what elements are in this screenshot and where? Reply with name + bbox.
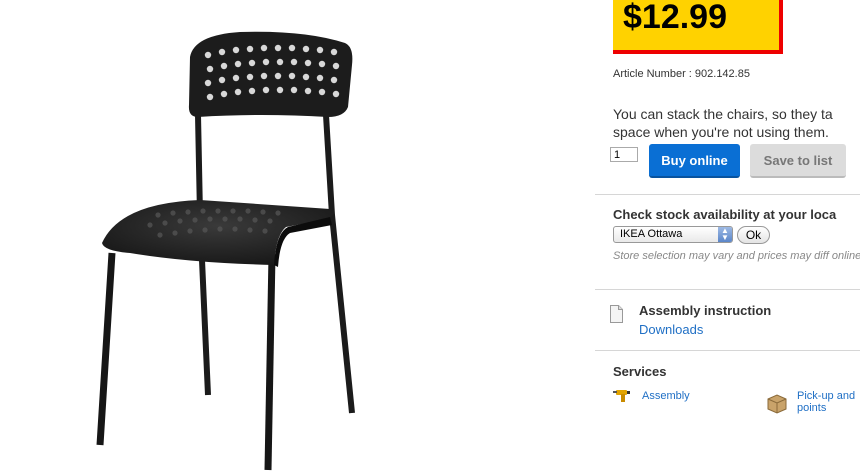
stock-heading: Check stock availability at your loca bbox=[613, 207, 837, 222]
drill-icon bbox=[613, 390, 630, 402]
service-pickup-link[interactable]: Pick-up and points bbox=[797, 390, 855, 414]
ok-button[interactable]: Ok bbox=[737, 226, 770, 244]
description-line-2: space when you're not using them. bbox=[613, 124, 829, 140]
services-heading: Services bbox=[613, 364, 667, 379]
price-tag: $12.99 bbox=[613, 0, 783, 54]
assembly-heading: Assembly instruction bbox=[639, 303, 772, 318]
pickup-line-2: points bbox=[797, 402, 827, 414]
quantity-input[interactable] bbox=[610, 147, 638, 162]
product-info-panel: $12.99 Article Number : 902.142.85 You c… bbox=[595, 0, 860, 475]
divider bbox=[595, 350, 860, 351]
box-icon bbox=[767, 394, 787, 414]
store-note: Store selection may vary and prices may … bbox=[613, 250, 860, 262]
product-price: $12.99 bbox=[623, 0, 727, 36]
downloads-link[interactable]: Downloads bbox=[639, 322, 703, 337]
service-assembly-link[interactable]: Assembly bbox=[642, 390, 690, 402]
article-number: Article Number : 902.142.85 bbox=[613, 68, 750, 80]
divider bbox=[595, 194, 860, 195]
divider bbox=[595, 289, 860, 290]
save-to-list-button[interactable]: Save to list bbox=[750, 144, 846, 178]
product-image-chair bbox=[96, 31, 355, 471]
description-line-1: You can stack the chairs, so they ta bbox=[613, 106, 833, 122]
document-icon bbox=[610, 305, 623, 323]
buy-online-button[interactable]: Buy online bbox=[649, 144, 740, 178]
store-select[interactable]: IKEA Ottawa ▲ ▼ bbox=[613, 226, 733, 243]
select-arrows-icon: ▲ ▼ bbox=[718, 227, 732, 242]
product-description: You can stack the chairs, so they ta spa… bbox=[613, 105, 833, 141]
store-select-value: IKEA Ottawa bbox=[620, 228, 683, 240]
pickup-line-1: Pick-up and bbox=[797, 390, 856, 402]
